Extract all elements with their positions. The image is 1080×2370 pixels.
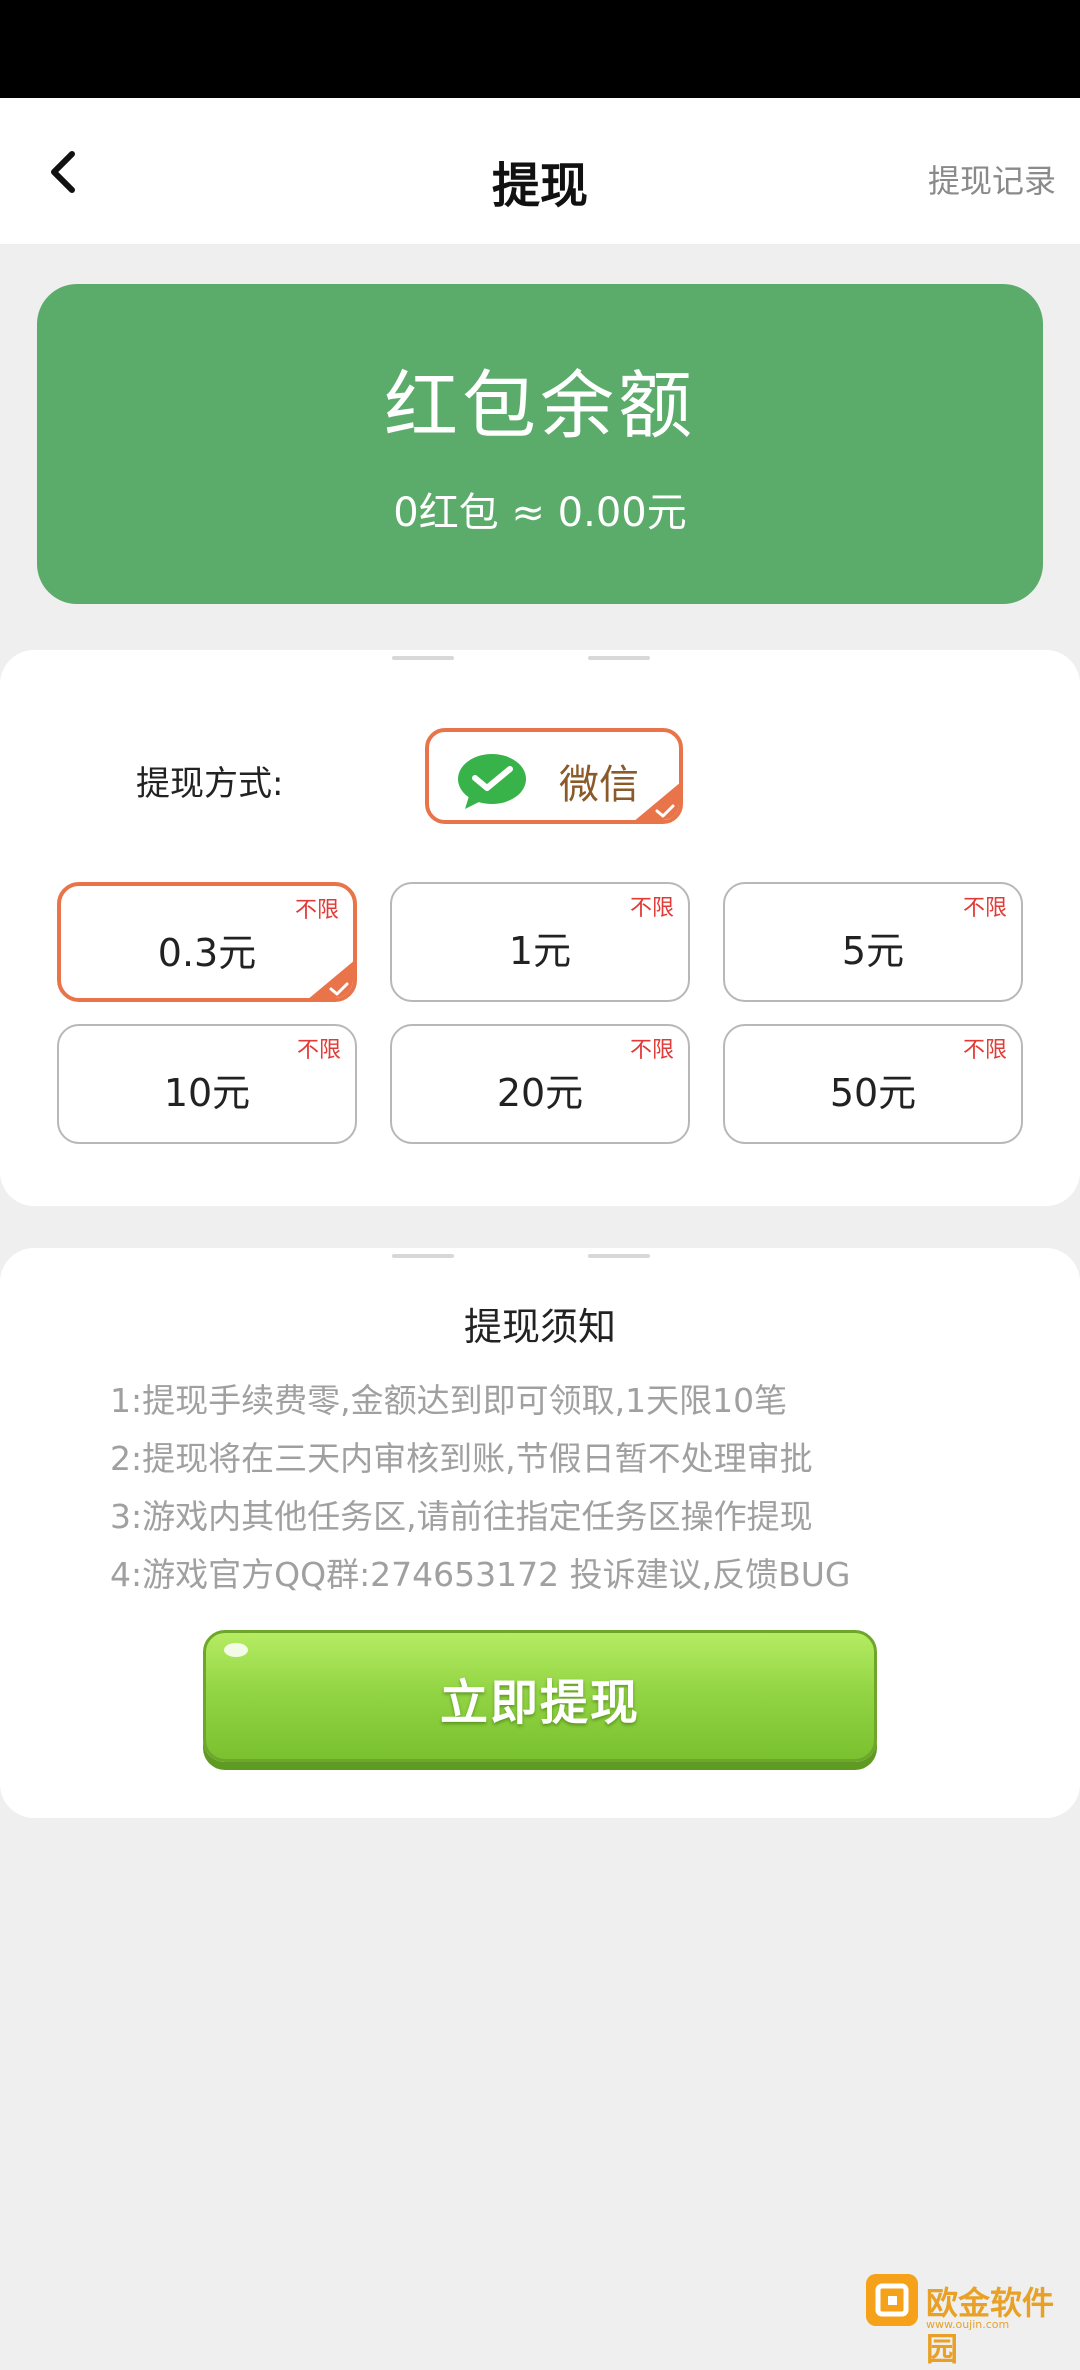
watermark-logo-icon xyxy=(866,2274,918,2326)
withdraw-panel: 提现方式: 微信 不限 0.3元 不限 1元 不限 5元 不限 10元 不限 2… xyxy=(0,650,1080,1206)
balance-summary: 0红包 ≈ 0.00元 xyxy=(393,490,687,536)
panel-divider xyxy=(392,656,454,660)
limit-tag: 不限 xyxy=(629,1038,674,1063)
limit-tag: 不限 xyxy=(962,1038,1007,1063)
button-shine xyxy=(224,1643,248,1657)
notice-line-3: 3:游戏内其他任务区,请前往指定任务区操作提现 xyxy=(110,1497,813,1536)
amount-option-10[interactable]: 不限 10元 xyxy=(57,1024,357,1144)
selected-check-icon xyxy=(635,783,679,820)
nav-bar: 提现 提现记录 xyxy=(0,98,1080,244)
panel-divider xyxy=(392,1254,454,1258)
watermark: 欧金软件园 www.oujin.com xyxy=(866,2274,1072,2368)
amount-value: 1元 xyxy=(508,929,572,973)
notice-line-2: 2:提现将在三天内审核到账,节假日暂不处理审批 xyxy=(110,1439,813,1478)
amount-value: 50元 xyxy=(829,1071,917,1115)
limit-tag: 不限 xyxy=(294,898,339,923)
amount-option-0-3[interactable]: 不限 0.3元 xyxy=(57,882,357,1002)
amount-value: 5元 xyxy=(841,929,905,973)
selected-check-icon xyxy=(309,961,353,998)
method-label: 提现方式: xyxy=(136,764,284,804)
panel-divider xyxy=(588,1254,650,1258)
notice-line-1: 1:提现手续费零,金额达到即可领取,1天限10笔 xyxy=(110,1381,788,1420)
amount-value: 10元 xyxy=(163,1071,251,1115)
page-title: 提现 xyxy=(491,158,588,214)
withdraw-now-label: 立即提现 xyxy=(439,1675,640,1731)
balance-title: 红包余额 xyxy=(384,363,696,449)
notice-title: 提现须知 xyxy=(463,1305,616,1349)
notice-line-4: 4:游戏官方QQ群:274653172 投诉建议,反馈BUG xyxy=(110,1555,851,1594)
amount-option-20[interactable]: 不限 20元 xyxy=(390,1024,690,1144)
wechat-method-button[interactable]: 微信 xyxy=(425,728,683,824)
wechat-icon xyxy=(458,754,526,809)
withdraw-now-button[interactable]: 立即提现 xyxy=(203,1630,877,1762)
limit-tag: 不限 xyxy=(962,896,1007,921)
amount-option-1[interactable]: 不限 1元 xyxy=(390,882,690,1002)
status-bar xyxy=(0,0,1080,98)
notice-panel: 提现须知 1:提现手续费零,金额达到即可领取,1天限10笔 2:提现将在三天内审… xyxy=(0,1248,1080,1818)
amount-option-50[interactable]: 不限 50元 xyxy=(723,1024,1023,1144)
method-name: 微信 xyxy=(559,762,639,808)
amount-option-5[interactable]: 不限 5元 xyxy=(723,882,1023,1002)
amount-value: 20元 xyxy=(496,1071,584,1115)
watermark-url: www.oujin.com xyxy=(926,2318,1010,2331)
limit-tag: 不限 xyxy=(629,896,674,921)
panel-divider xyxy=(588,656,650,660)
withdraw-history-link[interactable]: 提现记录 xyxy=(928,156,1056,202)
balance-card: 红包余额 0红包 ≈ 0.00元 xyxy=(37,284,1043,604)
limit-tag: 不限 xyxy=(296,1038,341,1063)
